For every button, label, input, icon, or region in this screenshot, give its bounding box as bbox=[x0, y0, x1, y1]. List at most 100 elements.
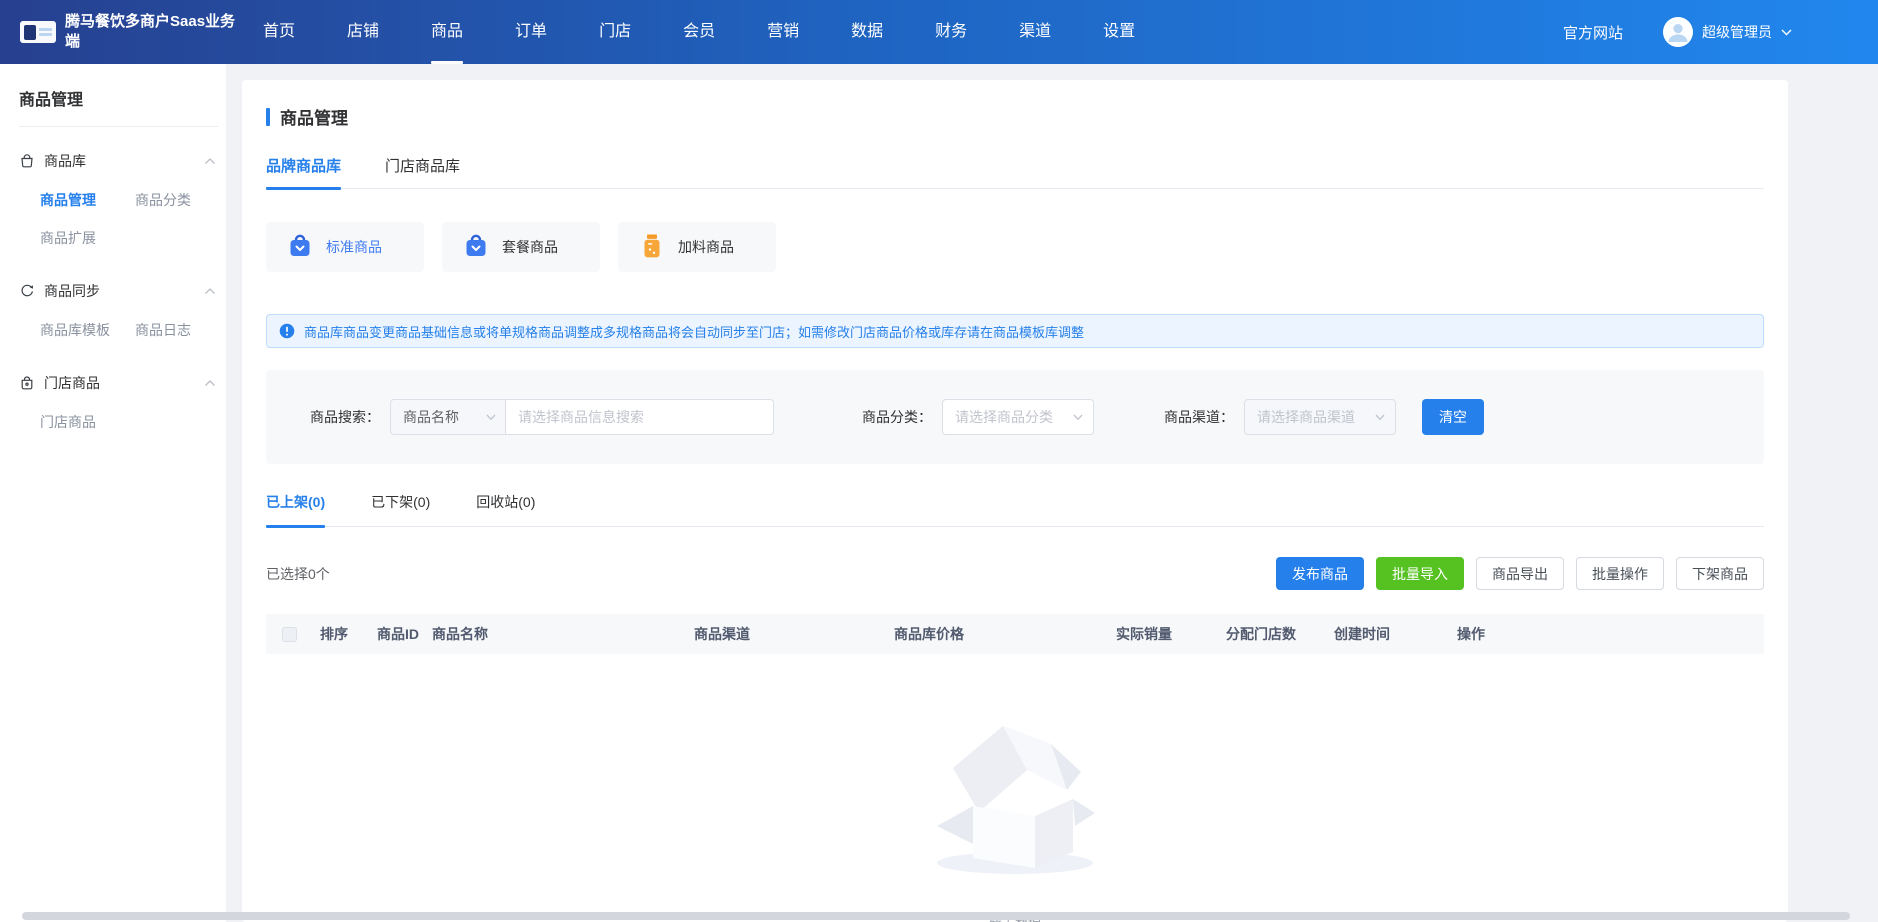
brand-logo-text-lines bbox=[39, 28, 52, 36]
bag-badge-icon bbox=[463, 233, 489, 262]
sidebar-divider bbox=[19, 126, 218, 127]
nav-item-data[interactable]: 数据 bbox=[825, 0, 909, 64]
sidebar-item-store-goods[interactable]: 门店商品 bbox=[40, 403, 135, 441]
bag-badge-icon bbox=[287, 233, 313, 262]
chevron-down-icon bbox=[1375, 414, 1385, 421]
sidebar-item-goods-category[interactable]: 商品分类 bbox=[135, 181, 226, 219]
official-site-link[interactable]: 官方网站 bbox=[1563, 22, 1623, 43]
tab-store-library[interactable]: 门店商品库 bbox=[385, 155, 460, 188]
notice-text: 商品库商品变更商品基础信息或将单规格商品调整成多规格商品将会自动同步至门店；如需… bbox=[304, 322, 1084, 341]
search-input[interactable] bbox=[506, 399, 774, 435]
chevron-down-icon bbox=[1781, 29, 1792, 36]
sync-icon bbox=[19, 283, 35, 299]
type-card-combo-product[interactable]: 套餐商品 bbox=[442, 222, 600, 272]
sidebar-group-header-store-goods[interactable]: 门店商品 bbox=[0, 373, 226, 393]
column-header-operations: 操作 bbox=[1457, 624, 1764, 644]
search-field-value: 商品名称 bbox=[403, 407, 459, 427]
nav-item-channels[interactable]: 渠道 bbox=[993, 0, 1077, 64]
chevron-up-icon[interactable] bbox=[204, 287, 216, 295]
nav-item-home[interactable]: 首页 bbox=[237, 0, 321, 64]
sidebar-item-goods-log[interactable]: 商品日志 bbox=[135, 311, 226, 349]
nav-item-members[interactable]: 会员 bbox=[657, 0, 741, 64]
sidebar-group-items: 门店商品 bbox=[0, 403, 226, 441]
empty-state: 暂无数据 bbox=[266, 706, 1764, 922]
user-menu[interactable]: 超级管理员 bbox=[1663, 17, 1792, 47]
sidebar-group-header-goods-sync[interactable]: 商品同步 bbox=[0, 281, 226, 301]
user-icon bbox=[1663, 17, 1693, 47]
nav-item-marketing[interactable]: 营销 bbox=[741, 0, 825, 64]
sync-notice-banner: 商品库商品变更商品基础信息或将单规格商品调整成多规格商品将会自动同步至门店；如需… bbox=[266, 314, 1764, 348]
nav-item-stores[interactable]: 门店 bbox=[573, 0, 657, 64]
nav-item-finance[interactable]: 财务 bbox=[909, 0, 993, 64]
type-card-standard-product[interactable]: 标准商品 bbox=[266, 222, 424, 272]
column-header-sort: 排序 bbox=[320, 624, 377, 644]
horizontal-scrollbar-thumb[interactable] bbox=[22, 912, 1850, 920]
action-buttons: 发布商品 批量导入 商品导出 批量操作 下架商品 bbox=[1276, 557, 1764, 590]
sidebar-item-goods-management[interactable]: 商品管理 bbox=[40, 181, 135, 219]
nav-item-orders[interactable]: 订单 bbox=[489, 0, 573, 64]
type-card-label: 标准商品 bbox=[326, 237, 382, 257]
sidebar-group-label: 门店商品 bbox=[44, 373, 100, 393]
sidebar: 商品管理 商品库 商品管理 商品分类 商品扩展 bbox=[0, 64, 226, 922]
column-header-product-name: 商品名称 bbox=[432, 624, 694, 644]
brand: 腾马餐饮多商户Saas业务端 bbox=[0, 12, 237, 53]
column-header-product-id: 商品ID bbox=[377, 624, 432, 644]
column-header-assigned-stores: 分配门店数 bbox=[1226, 624, 1334, 644]
product-type-cards: 标准商品 套餐商品 bbox=[266, 222, 1764, 272]
nav-item-goods[interactable]: 商品 bbox=[405, 0, 489, 64]
sidebar-item-library-template[interactable]: 商品库模板 bbox=[40, 311, 135, 349]
info-icon bbox=[279, 323, 295, 339]
publish-product-button[interactable]: 发布商品 bbox=[1276, 557, 1364, 590]
sidebar-group-store-goods: 门店商品 门店商品 bbox=[0, 373, 226, 441]
export-products-button[interactable]: 商品导出 bbox=[1476, 557, 1564, 590]
brand-title: 腾马餐饮多商户Saas业务端 bbox=[65, 12, 237, 53]
type-card-label: 加料商品 bbox=[678, 237, 734, 257]
tab-on-shelf[interactable]: 已上架(0) bbox=[266, 492, 325, 526]
channel-placeholder: 请选择商品渠道 bbox=[1257, 407, 1355, 427]
user-name: 超级管理员 bbox=[1702, 22, 1772, 42]
tab-off-shelf[interactable]: 已下架(0) bbox=[371, 492, 430, 526]
chevron-up-icon[interactable] bbox=[204, 379, 216, 387]
batch-import-button[interactable]: 批量导入 bbox=[1376, 557, 1464, 590]
clear-button[interactable]: 清空 bbox=[1422, 399, 1484, 435]
type-card-addon-product[interactable]: 加料商品 bbox=[618, 222, 776, 272]
column-header-actual-sales: 实际销量 bbox=[1116, 624, 1226, 644]
main-nav: 首页 店铺 商品 订单 门店 会员 营销 数据 财务 渠道 设置 bbox=[237, 0, 1161, 64]
tab-recycle-bin[interactable]: 回收站(0) bbox=[476, 492, 535, 526]
nav-item-shop[interactable]: 店铺 bbox=[321, 0, 405, 64]
filter-bar: 商品搜索： 商品名称 商品分类： 请选择商品分类 商品渠道： bbox=[266, 370, 1764, 464]
title-accent-bar bbox=[266, 108, 270, 126]
sidebar-item-goods-extension[interactable]: 商品扩展 bbox=[40, 219, 135, 257]
search-label: 商品搜索： bbox=[310, 407, 380, 427]
category-select[interactable]: 请选择商品分类 bbox=[942, 399, 1094, 435]
sidebar-group-label: 商品同步 bbox=[44, 281, 100, 301]
remove-from-shelf-button[interactable]: 下架商品 bbox=[1676, 557, 1764, 590]
status-tabs: 已上架(0) 已下架(0) 回收站(0) bbox=[266, 492, 1764, 527]
category-label: 商品分类： bbox=[862, 407, 932, 427]
nav-item-settings[interactable]: 设置 bbox=[1077, 0, 1161, 64]
jar-icon bbox=[639, 233, 665, 262]
main-area: 商品管理 品牌商品库 门店商品库 标准商品 bbox=[226, 64, 1878, 922]
search-field-select[interactable]: 商品名称 bbox=[390, 399, 506, 435]
chevron-down-icon bbox=[1073, 414, 1083, 421]
brand-logo bbox=[20, 21, 56, 43]
sidebar-group-header-goods-library[interactable]: 商品库 bbox=[0, 151, 226, 171]
chevron-up-icon[interactable] bbox=[204, 157, 216, 165]
content-card: 商品管理 品牌商品库 门店商品库 标准商品 bbox=[242, 80, 1788, 922]
top-navbar: 腾马餐饮多商户Saas业务端 首页 店铺 商品 订单 门店 会员 营销 数据 财… bbox=[0, 0, 1878, 64]
navbar-right: 官方网站 超级管理员 bbox=[1563, 17, 1878, 47]
tab-brand-library[interactable]: 品牌商品库 bbox=[266, 155, 341, 188]
select-all-checkbox[interactable] bbox=[282, 627, 297, 642]
table-header: 排序 商品ID 商品名称 商品渠道 商品库价格 实际销量 分配门店数 创建时间 … bbox=[266, 614, 1764, 654]
batch-operation-button[interactable]: 批量操作 bbox=[1576, 557, 1664, 590]
channel-select[interactable]: 请选择商品渠道 bbox=[1244, 399, 1396, 435]
brand-logo-glyph bbox=[24, 25, 36, 40]
column-header-created-time: 创建时间 bbox=[1334, 624, 1457, 644]
page-title: 商品管理 bbox=[280, 104, 348, 129]
store-bag-icon bbox=[19, 375, 35, 391]
sidebar-group-items: 商品库模板 商品日志 bbox=[0, 311, 226, 349]
avatar bbox=[1663, 17, 1693, 47]
column-header-channel: 商品渠道 bbox=[694, 624, 894, 644]
sidebar-group-label: 商品库 bbox=[44, 151, 86, 171]
column-header-library-price: 商品库价格 bbox=[894, 624, 1116, 644]
